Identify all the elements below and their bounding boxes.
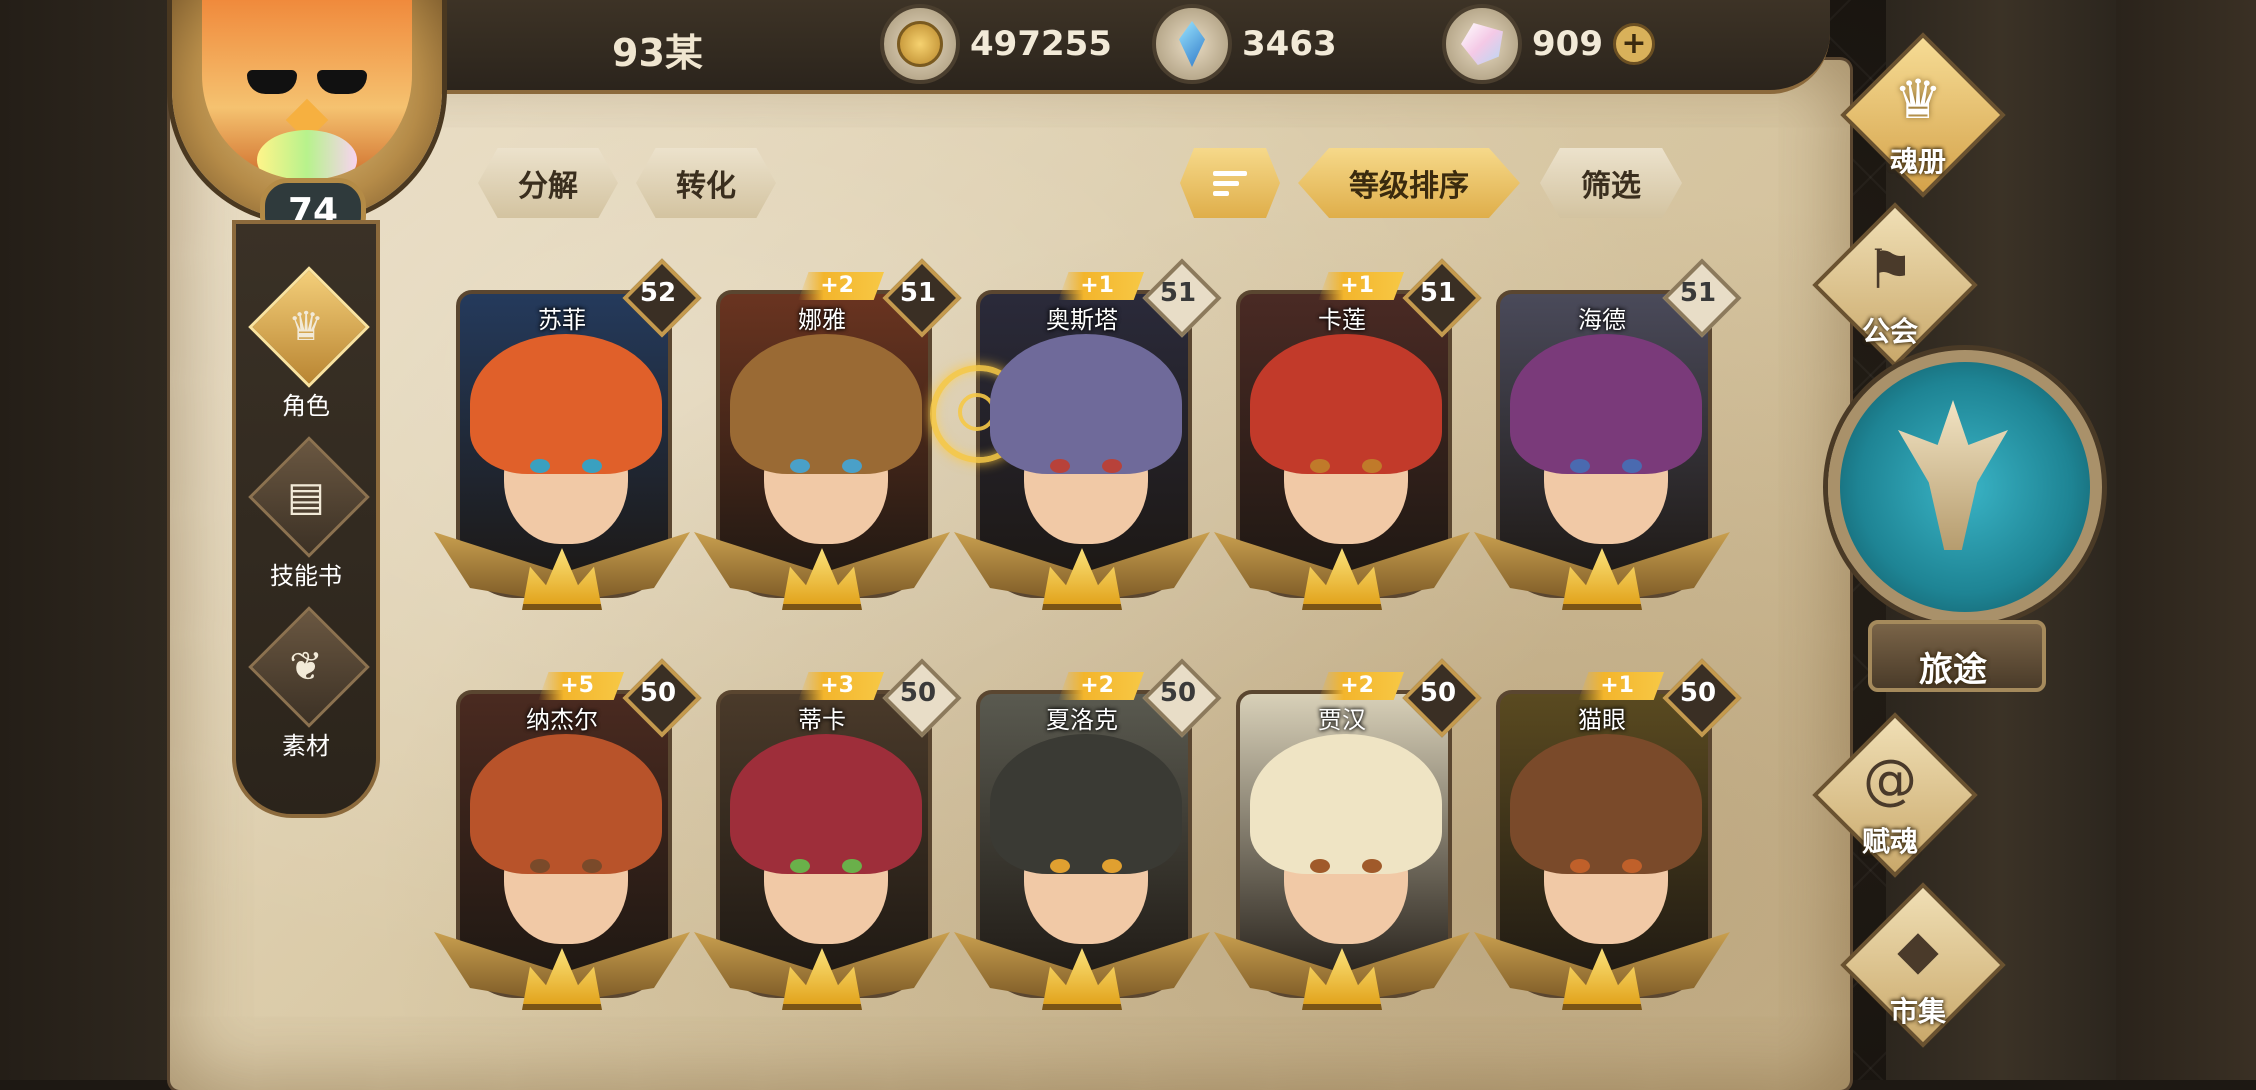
- sort-order-button[interactable]: [1180, 148, 1280, 218]
- character-level: 50: [1159, 678, 1197, 708]
- sort-icon: [1213, 170, 1247, 196]
- star-bonus-badge: +1: [1318, 272, 1404, 300]
- menu-market[interactable]: ◆ 市集: [1808, 882, 2028, 1048]
- character-level: 51: [1419, 278, 1457, 308]
- rank-crown-icon: [954, 522, 1210, 622]
- nav-item-skill-books[interactable]: ▤ 技能书: [236, 436, 376, 594]
- character-card[interactable]: 奥斯塔 +1 51: [954, 258, 1222, 610]
- menu-soul-infuse[interactable]: @ 赋魂: [1780, 712, 2000, 878]
- character-card[interactable]: 娜雅 +2 51: [694, 258, 962, 610]
- player-name: 93某: [612, 31, 703, 75]
- character-level: 51: [1679, 278, 1717, 308]
- character-level: 50: [899, 678, 937, 708]
- character-level: 50: [1419, 678, 1457, 708]
- nav-label: 素材: [282, 732, 330, 760]
- rank-crown-icon: [694, 522, 950, 622]
- rank-crown-icon: [954, 922, 1210, 1022]
- right-border: [2110, 0, 2256, 1080]
- rank-crown-icon: [694, 922, 950, 1022]
- star-bonus-badge: +3: [798, 672, 884, 700]
- rank-crown-icon: [1474, 522, 1730, 622]
- character-card[interactable]: 纳杰尔 +5 50: [434, 658, 702, 1010]
- menu-label: 魂册: [1889, 145, 1946, 178]
- category-sidebar: ♛ 角色 ▤ 技能书 ❦ 素材: [232, 220, 380, 818]
- menu-label: 市集: [1889, 995, 1946, 1028]
- gold-currency[interactable]: 497255: [880, 4, 1112, 84]
- character-level: 50: [639, 678, 677, 708]
- character-card[interactable]: 蒂卡 +3 50: [694, 658, 962, 1010]
- menu-label: 公会: [1861, 315, 1918, 348]
- menu-journey[interactable]: 旅途: [1828, 350, 2102, 692]
- star-bonus-badge: +2: [1058, 672, 1144, 700]
- level-badge: 50: [1402, 658, 1482, 738]
- level-sort-button[interactable]: 等级排序: [1298, 148, 1520, 218]
- nav-item-materials[interactable]: ❦ 素材: [236, 606, 376, 764]
- star-bonus-badge: +2: [798, 272, 884, 300]
- level-badge: 50: [882, 658, 962, 738]
- character-card[interactable]: 海德 51: [1474, 258, 1742, 610]
- add-crystal-button[interactable]: +: [1612, 23, 1655, 65]
- star-bonus-badge: +1: [1058, 272, 1144, 300]
- rank-crown-icon: [1214, 922, 1470, 1022]
- character-card[interactable]: 贾汉 +2 50: [1214, 658, 1482, 1010]
- rank-crown-icon: [434, 522, 690, 622]
- menu-label: 赋魂: [1861, 825, 1918, 858]
- nav-label: 角色: [282, 392, 330, 420]
- gem-value: 3463: [1242, 24, 1337, 64]
- blue-gem-icon: [1152, 4, 1232, 84]
- star-bonus-badge: +2: [1318, 672, 1404, 700]
- crystal-value: 909: [1532, 24, 1603, 64]
- wings-icon: ❦: [289, 644, 323, 690]
- character-card[interactable]: 卡莲 +1 51: [1214, 258, 1482, 610]
- swirl-icon: @: [1863, 748, 1917, 811]
- level-badge: 51: [1662, 258, 1742, 338]
- character-level: 52: [639, 278, 677, 308]
- gold-coin-icon: [880, 4, 960, 84]
- level-badge: 52: [622, 258, 702, 338]
- filter-button[interactable]: 筛选: [1540, 148, 1682, 218]
- rank-crown-icon: [434, 922, 690, 1022]
- gem-currency[interactable]: 3463: [1152, 4, 1337, 84]
- star-bonus-badge: +5: [538, 672, 624, 700]
- owl-belly: [257, 130, 357, 180]
- nav-label: 技能书: [270, 562, 342, 590]
- character-level: 51: [1159, 278, 1197, 308]
- star-bonus-badge: +1: [1578, 672, 1664, 700]
- character-card[interactable]: 苏菲 52: [434, 258, 702, 610]
- crystal-currency[interactable]: 909 +: [1442, 4, 1655, 84]
- level-badge: 50: [622, 658, 702, 738]
- gold-value: 497255: [970, 24, 1112, 64]
- level-badge: 51: [882, 258, 962, 338]
- menu-soul-book[interactable]: ♛ 魂册: [1808, 32, 2028, 198]
- decompose-button[interactable]: 分解: [478, 148, 618, 218]
- helmet-icon: ♛: [288, 304, 324, 350]
- gem-icon: ◆: [1897, 918, 1939, 981]
- helmet-icon: ♛: [1893, 68, 1943, 131]
- banner-icon: ⚑: [1865, 238, 1915, 301]
- menu-label: 旅途: [1919, 650, 1987, 690]
- level-badge: 51: [1142, 258, 1222, 338]
- player-avatar[interactable]: 74: [172, 0, 442, 244]
- convert-button[interactable]: 转化: [636, 148, 776, 218]
- level-badge: 50: [1662, 658, 1742, 738]
- character-level: 51: [899, 278, 937, 308]
- menu-guild[interactable]: ⚑ 公会: [1780, 202, 2000, 368]
- character-card[interactable]: 夏洛克 +2 50: [954, 658, 1222, 1010]
- nav-item-characters[interactable]: ♛ 角色: [236, 266, 376, 424]
- crystal-icon: [1442, 4, 1522, 84]
- sunglasses-icon: [247, 70, 367, 96]
- character-level: 50: [1679, 678, 1717, 708]
- rank-crown-icon: [1474, 922, 1730, 1022]
- left-border: [0, 0, 170, 1080]
- rank-crown-icon: [1214, 522, 1470, 622]
- book-icon: ▤: [287, 474, 325, 520]
- level-badge: 50: [1142, 658, 1222, 738]
- level-badge: 51: [1402, 258, 1482, 338]
- character-card[interactable]: 猫眼 +1 50: [1474, 658, 1742, 1010]
